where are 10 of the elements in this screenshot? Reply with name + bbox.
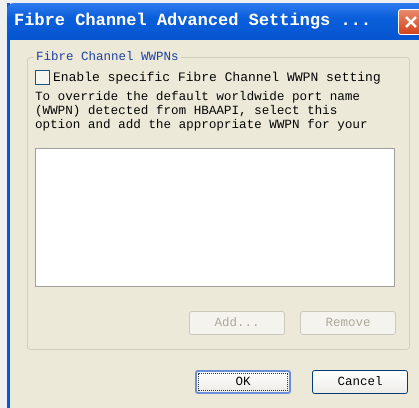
- dialog-button[interactable]: Cancel: [312, 370, 408, 394]
- close-button[interactable]: [398, 8, 419, 34]
- description-line: (WWPN) detected from HBAAPI, select this: [35, 104, 338, 118]
- close-icon: [403, 14, 419, 30]
- window-title: Fibre Channel Advanced Settings ...: [14, 12, 372, 31]
- checkbox-label[interactable]: Enable specific Fibre Channel WWPN setting: [53, 70, 381, 85]
- description-line: option and add the appropriate WWPN for your: [35, 118, 369, 132]
- checkbox[interactable]: [35, 70, 50, 85]
- dialog-button[interactable]: OK: [195, 370, 291, 394]
- description-line: To override the default worldwide port name: [35, 90, 361, 104]
